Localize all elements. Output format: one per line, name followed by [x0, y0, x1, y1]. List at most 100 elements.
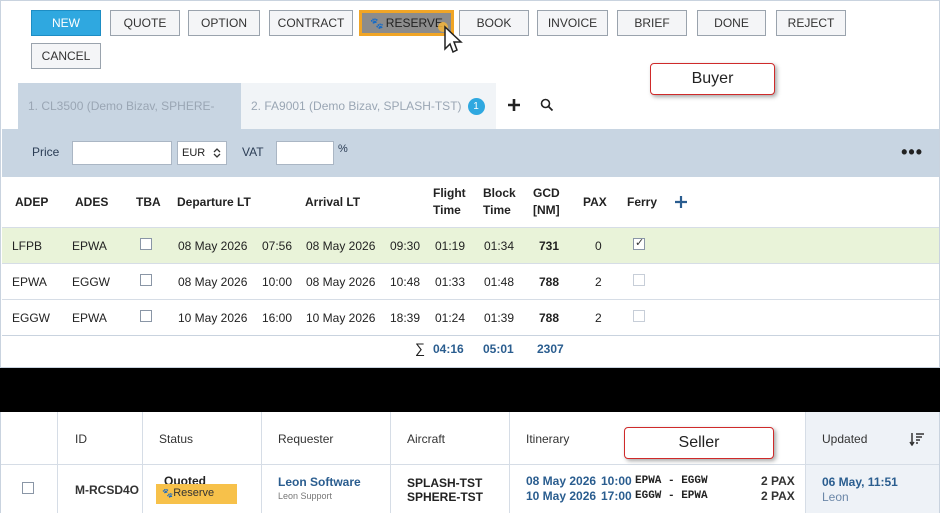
- leg-pax: 2 PAX: [761, 474, 795, 488]
- col-block-time-l2: Time: [483, 203, 511, 217]
- status-tag: 🐾Reserve: [162, 487, 214, 499]
- updated-date: 06 May, 11:51: [822, 475, 898, 489]
- flight-row[interactable]: LFPB EPWA 08 May 2026 07:56 08 May 2026 …: [2, 227, 939, 263]
- col-ades: ADES: [75, 195, 109, 209]
- leg-date: 08 May 2026: [526, 474, 597, 488]
- cell-arr-time: 18:39: [390, 311, 421, 325]
- cell-pax: 2: [595, 311, 602, 325]
- contract-button[interactable]: CONTRACT: [269, 10, 353, 36]
- col-block-time-l1: Block: [483, 186, 516, 200]
- brief-button[interactable]: BRIEF: [617, 10, 687, 36]
- cell-flight-time: 01:24: [435, 311, 466, 325]
- status-tag-label: Reserve: [173, 487, 215, 499]
- add-column-icon[interactable]: [674, 195, 688, 209]
- col-block-time: Block Time: [483, 185, 516, 219]
- col-departure: Departure LT: [177, 195, 251, 209]
- flight-row[interactable]: EPWA EGGW 08 May 2026 10:00 08 May 2026 …: [2, 263, 939, 299]
- cell-gcd: 788: [539, 311, 560, 325]
- percent-label: %: [338, 143, 348, 155]
- ferry-checkbox[interactable]: [633, 274, 645, 286]
- ferry-checkbox[interactable]: [633, 236, 645, 250]
- tba-checkbox[interactable]: [140, 238, 152, 250]
- tba-checkbox[interactable]: [140, 274, 152, 286]
- invoice-button[interactable]: INVOICE: [537, 10, 608, 36]
- quote-button[interactable]: QUOTE: [110, 10, 180, 36]
- vat-input[interactable]: [276, 141, 334, 165]
- status-badge: 🐾Reserve: [156, 484, 237, 504]
- cell-ades: EPWA: [72, 311, 107, 325]
- requester-sub: Leon Support: [278, 491, 333, 501]
- cell-gcd: 731: [539, 239, 560, 253]
- cell-dep-time: 16:00: [262, 311, 293, 325]
- add-tab-button[interactable]: [503, 93, 525, 117]
- paw-icon: 🐾: [370, 18, 384, 30]
- cell-block-time: 01:48: [484, 275, 515, 289]
- col-flight-time-l2: Time: [433, 203, 461, 217]
- col-gcd-l1: GCD: [533, 186, 560, 200]
- leg-date: 10 May 2026: [526, 489, 597, 503]
- leg-route: EGGW - EPWA: [635, 490, 708, 502]
- cell-gcd: 788: [539, 275, 560, 289]
- col-gcd: GCD [NM]: [533, 185, 560, 219]
- tab-fa9001[interactable]: 2. FA9001 (Demo Bizav, SPLASH-TST) 1: [241, 83, 496, 129]
- col-status: Status: [159, 432, 194, 446]
- col-updated[interactable]: Updated: [822, 432, 867, 446]
- col-gcd-l2: [NM]: [533, 203, 560, 217]
- tab-cl3500[interactable]: 1. CL3500 (Demo Bizav, SPHERE-TST): [18, 83, 241, 159]
- col-pax: PAX: [583, 195, 607, 209]
- reject-button[interactable]: REJECT: [776, 10, 846, 36]
- buyer-callout: Buyer: [650, 63, 775, 95]
- row-checkbox[interactable]: [22, 482, 34, 494]
- col-id: ID: [75, 432, 87, 446]
- search-button[interactable]: [536, 93, 558, 117]
- new-button[interactable]: NEW: [31, 10, 101, 36]
- cell-adep: EGGW: [12, 311, 50, 325]
- cell-arr-date: 10 May 2026: [306, 311, 376, 325]
- updown-icon: [213, 148, 221, 158]
- cell-dep-time: 07:56: [262, 239, 293, 253]
- plus-icon: [508, 99, 520, 111]
- total-block-time: 05:01: [483, 342, 514, 356]
- totals-row: ∑ 04:16 05:01 2307: [2, 335, 939, 365]
- flight-row[interactable]: EGGW EPWA 10 May 2026 16:00 10 May 2026 …: [2, 299, 939, 335]
- tab-label: 2. FA9001 (Demo Bizav, SPLASH-TST): [251, 99, 462, 113]
- col-aircraft: Aircraft: [407, 432, 446, 446]
- seller-table-header: [1, 412, 939, 465]
- cell-ades: EGGW: [72, 275, 110, 289]
- cell-adep: EPWA: [12, 275, 47, 289]
- cell-arr-time: 10:48: [390, 275, 421, 289]
- col-arrival: Arrival LT: [305, 195, 361, 209]
- tba-checkbox[interactable]: [140, 310, 152, 322]
- sort-descending-icon[interactable]: [909, 432, 925, 446]
- requester-name[interactable]: Leon Software: [278, 475, 361, 489]
- tab-badge: 1: [467, 98, 485, 116]
- sigma-icon: ∑: [415, 340, 425, 356]
- done-button[interactable]: DONE: [697, 10, 766, 36]
- cell-block-time: 01:39: [484, 311, 515, 325]
- col-adep: ADEP: [15, 195, 49, 209]
- reserve-label: RESERVE: [385, 16, 443, 30]
- cell-pax: 2: [595, 275, 602, 289]
- more-options-icon[interactable]: •••: [901, 142, 923, 163]
- leg-route: EPWA - EGGW: [635, 475, 708, 487]
- seller-callout: Seller: [624, 427, 774, 459]
- col-flight-time: Flight Time: [433, 185, 466, 219]
- col-tba: TBA: [136, 195, 161, 209]
- total-flight-time: 04:16: [433, 342, 464, 356]
- price-label: Price: [32, 145, 60, 159]
- seller-panel: ID Status Requester Aircraft Itinerary U…: [0, 412, 940, 513]
- cancel-button[interactable]: CANCEL: [31, 43, 101, 69]
- book-button[interactable]: BOOK: [459, 10, 529, 36]
- cell-dep-time: 10:00: [262, 275, 293, 289]
- cell-pax: 0: [595, 239, 602, 253]
- total-gcd: 2307: [537, 342, 564, 356]
- col-flight-time-l1: Flight: [433, 186, 466, 200]
- vat-label: VAT: [242, 145, 264, 159]
- currency-select[interactable]: EUR: [177, 141, 227, 165]
- cell-dep-date: 08 May 2026: [178, 239, 248, 253]
- paw-icon: 🐾: [162, 488, 174, 498]
- price-input[interactable]: [72, 141, 172, 165]
- option-button[interactable]: OPTION: [188, 10, 260, 36]
- ferry-checkbox[interactable]: [633, 310, 645, 322]
- flights-grid-header: ADEP ADES TBA Departure LT Arrival LT Fl…: [2, 177, 939, 227]
